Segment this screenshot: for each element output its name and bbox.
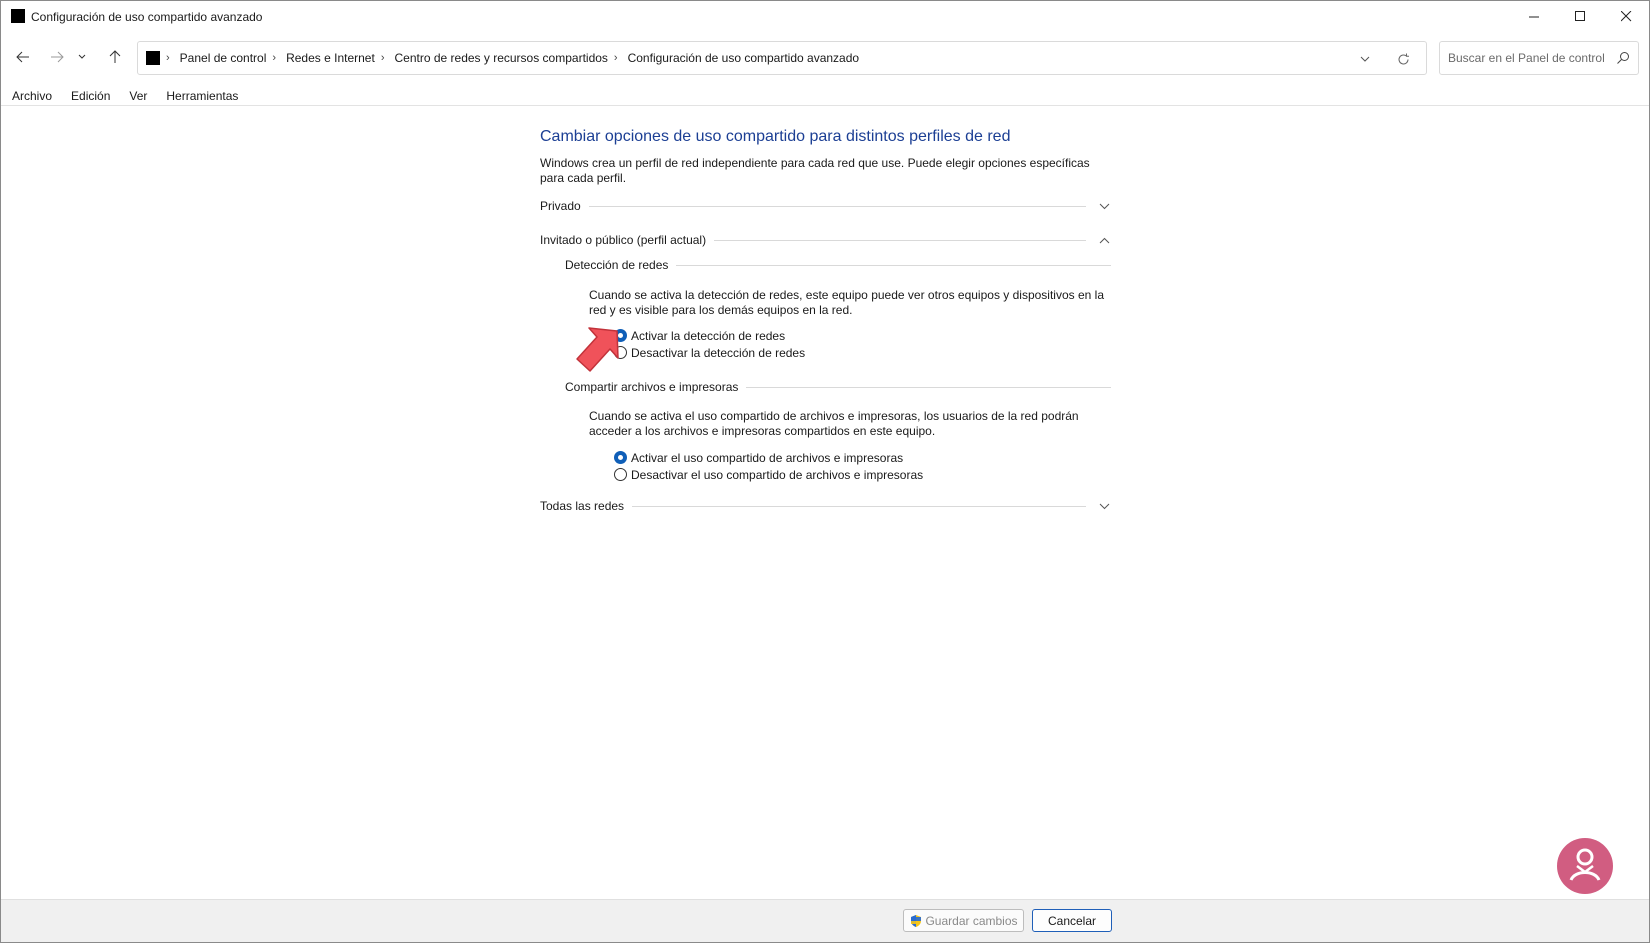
network-discovery-on-label[interactable]: Activar la detección de redes	[631, 329, 785, 343]
divider	[746, 386, 1111, 388]
watermark-logo-icon	[1557, 838, 1613, 894]
maximize-icon	[1574, 10, 1585, 21]
chevron-right-icon: ›	[166, 52, 170, 64]
window: Configuración de uso compartido avanzado…	[0, 0, 1650, 943]
file-sharing-description: Cuando se activa el uso compartido de ar…	[589, 409, 1079, 438]
chevron-down-icon	[1099, 203, 1109, 209]
expand-private-button[interactable]	[1098, 200, 1110, 212]
annotation-arrow-icon	[576, 327, 619, 372]
up-button[interactable]	[103, 45, 127, 69]
collapse-guest-button[interactable]	[1098, 234, 1110, 246]
expand-all-button[interactable]	[1098, 500, 1110, 512]
minimize-button[interactable]	[1511, 1, 1557, 31]
divider	[1, 105, 1649, 106]
arrow-left-icon	[16, 51, 29, 63]
profile-guest-header[interactable]: Invitado o público (perfil actual)	[540, 230, 1110, 250]
breadcrumb: › Panel de control › Redes e Internet › …	[166, 42, 859, 74]
back-button[interactable]	[11, 45, 35, 69]
save-changes-button[interactable]: Guardar cambios	[903, 909, 1024, 932]
file-sharing-on-option[interactable]: Activar el uso compartido de archivos e …	[614, 449, 903, 466]
cancel-label: Cancelar	[1047, 913, 1097, 928]
menu-ver[interactable]: Ver	[118, 87, 155, 105]
network-discovery-off-option[interactable]: Desactivar la detección de redes	[614, 344, 805, 361]
chevron-right-icon[interactable]: ›	[614, 52, 618, 64]
save-changes-label: Guardar cambios	[925, 913, 1018, 928]
breadcrumb-item-control-panel[interactable]: Panel de control	[180, 51, 267, 65]
address-bar[interactable]: › Panel de control › Redes e Internet › …	[137, 41, 1427, 75]
chevron-down-icon	[1360, 56, 1370, 62]
arrow-right-icon	[51, 51, 64, 63]
close-icon	[1620, 10, 1631, 21]
search-input[interactable]	[1440, 42, 1610, 74]
divider	[714, 239, 1086, 241]
file-sharing-off-label[interactable]: Desactivar el uso compartido de archivos…	[631, 468, 923, 482]
title-bar: Configuración de uso compartido avanzado	[1, 1, 1649, 33]
arrow-up-icon	[109, 50, 121, 63]
refresh-button[interactable]	[1394, 50, 1412, 68]
network-discovery-on-option[interactable]: Activar la detección de redes	[614, 327, 785, 344]
cancel-button[interactable]: Cancelar	[1032, 909, 1112, 932]
divider	[588, 205, 1086, 207]
app-icon	[11, 9, 25, 23]
network-discovery-description: Cuando se activa la detección de redes, …	[589, 288, 1104, 317]
control-panel-icon	[146, 51, 160, 65]
profile-all-label: Todas las redes	[540, 499, 625, 513]
file-sharing-off-radio[interactable]	[614, 468, 627, 481]
search-icon[interactable]	[1616, 51, 1630, 65]
address-dropdown-button[interactable]	[1356, 50, 1374, 68]
minimize-icon	[1528, 16, 1539, 17]
close-button[interactable]	[1603, 1, 1649, 31]
divider	[676, 264, 1111, 266]
refresh-icon	[1398, 53, 1409, 64]
profile-all-header[interactable]: Todas las redes	[540, 496, 1110, 516]
menu-archivo[interactable]: Archivo	[1, 87, 60, 105]
chevron-down-icon	[78, 54, 86, 59]
network-discovery-header: Detección de redes	[565, 255, 1111, 275]
menu-edicion[interactable]: Edición	[60, 87, 118, 105]
network-discovery-title: Detección de redes	[565, 258, 669, 272]
recent-locations-button[interactable]	[75, 45, 89, 69]
shield-icon	[911, 914, 922, 927]
chevron-right-icon[interactable]: ›	[272, 52, 276, 64]
file-sharing-on-label[interactable]: Activar el uso compartido de archivos e …	[631, 451, 903, 465]
footer-bar: Guardar cambios Cancelar	[1, 899, 1649, 942]
window-title: Configuración de uso compartido avanzado	[31, 10, 263, 24]
profile-private-header[interactable]: Privado	[540, 196, 1110, 216]
breadcrumb-item-network-internet[interactable]: Redes e Internet	[286, 51, 375, 65]
chevron-right-icon[interactable]: ›	[381, 52, 385, 64]
breadcrumb-item-network-center[interactable]: Centro de redes y recursos compartidos	[394, 51, 607, 65]
chevron-up-icon	[1099, 237, 1109, 243]
file-sharing-header: Compartir archivos e impresoras	[565, 377, 1111, 397]
profile-private-label: Privado	[540, 199, 581, 213]
profile-guest-label: Invitado o público (perfil actual)	[540, 233, 707, 247]
divider	[632, 505, 1086, 507]
network-discovery-off-label[interactable]: Desactivar la detección de redes	[631, 346, 805, 360]
search-box[interactable]	[1439, 41, 1639, 75]
chevron-down-icon	[1099, 503, 1109, 509]
forward-button[interactable]	[45, 45, 69, 69]
file-sharing-on-radio[interactable]	[614, 451, 627, 464]
page-description: Windows crea un perfil de red independie…	[540, 156, 1090, 185]
breadcrumb-item-advanced-sharing[interactable]: Configuración de uso compartido avanzado	[628, 51, 859, 65]
file-sharing-off-option[interactable]: Desactivar el uso compartido de archivos…	[614, 466, 923, 483]
menu-herramientas[interactable]: Herramientas	[155, 87, 246, 105]
page-title: Cambiar opciones de uso compartido para …	[540, 128, 1011, 145]
menu-bar: Archivo Edición Ver Herramientas	[1, 87, 246, 105]
maximize-button[interactable]	[1557, 1, 1603, 31]
